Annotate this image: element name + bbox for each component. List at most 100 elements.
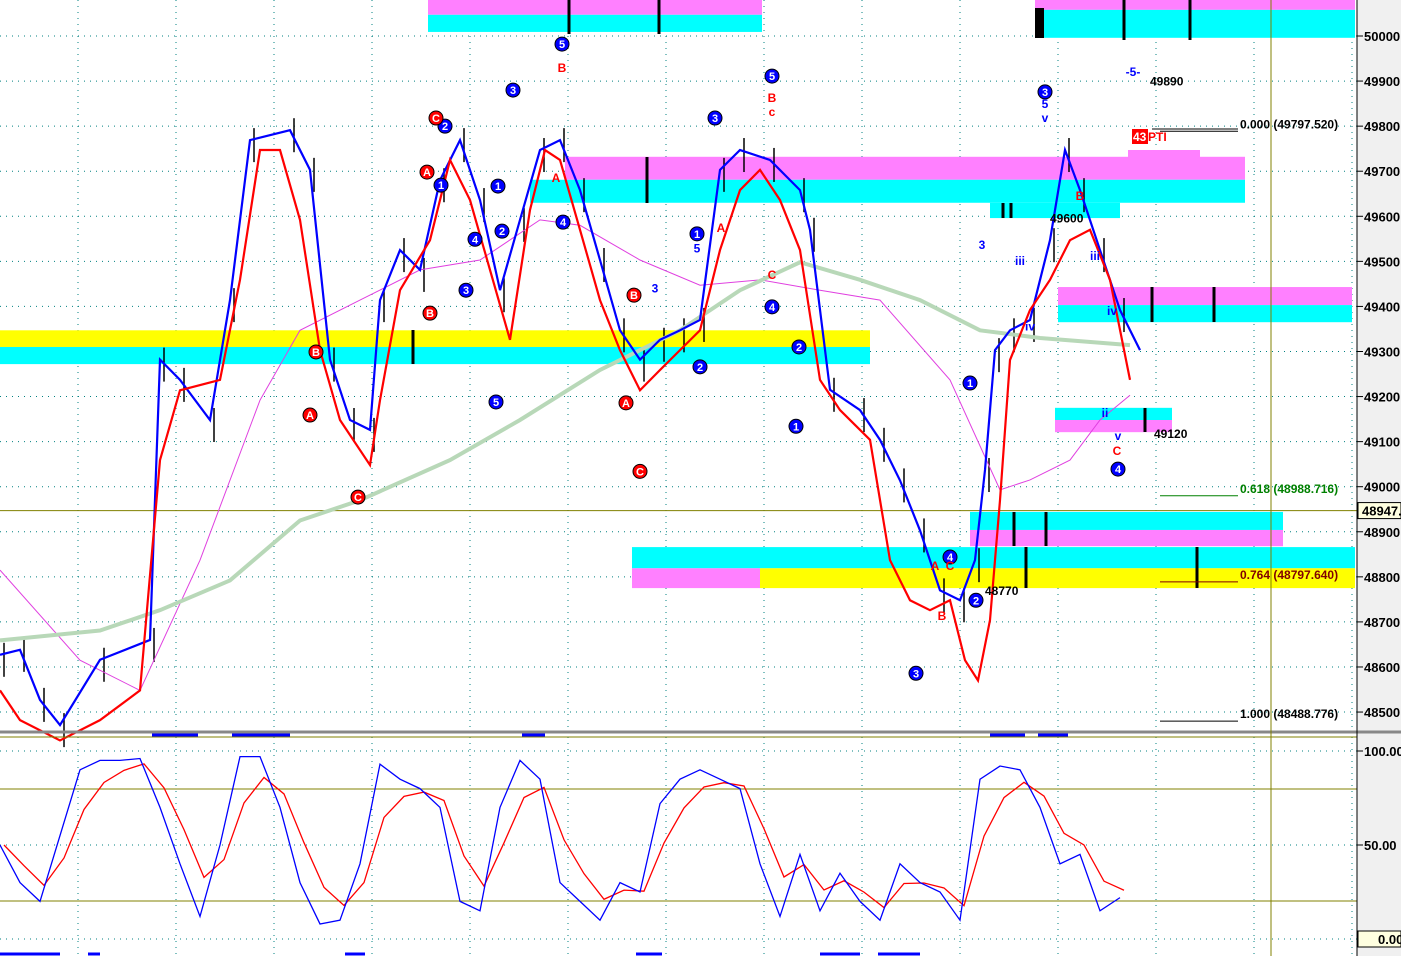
wave-number: 4: [1115, 464, 1122, 476]
wave-circle-label: 5: [488, 394, 504, 410]
wave-number: 5: [769, 71, 775, 83]
wave-number: A: [622, 398, 630, 410]
wave-circle-label: 2: [494, 223, 510, 239]
wave-text: iii: [1015, 254, 1025, 268]
wave-number: 1: [793, 421, 799, 433]
wave-number: 1: [495, 181, 501, 193]
zone-rect: [970, 529, 1283, 547]
wave-number: 2: [499, 226, 505, 238]
wave-text: A: [552, 171, 561, 185]
wave-circle-label: B: [308, 344, 324, 360]
zone-rect: [1058, 305, 1352, 323]
fib-label: 0.000 (49797.520): [1240, 117, 1338, 131]
wave-text: 3: [652, 281, 659, 295]
wave-circle-label: B: [626, 287, 642, 303]
wave-text: C: [1113, 444, 1122, 458]
axis-label: 49600: [1364, 209, 1400, 224]
wave-circle-label: A: [618, 395, 634, 411]
trading-chart[interactable]: 0.000 (49797.520) 0.618 (48988.716) 0.764 …: [0, 0, 1401, 956]
wave-circle-label: 1: [689, 226, 705, 242]
wave-text: A: [931, 559, 940, 573]
wave-circle-label: C: [632, 463, 648, 479]
zone-rect: [970, 511, 1283, 530]
wave-circle-label: 4: [467, 231, 483, 247]
osc-zero-label: 0.00: [1378, 932, 1401, 947]
zone-rect: [0, 330, 870, 347]
axis-label: 49300: [1364, 344, 1400, 359]
wave-circle-label: 4: [555, 214, 571, 230]
fib-label: 0.764 (48797.640): [1240, 568, 1338, 582]
wave-text: iv: [1025, 319, 1035, 333]
wave-circle-label: 4: [1110, 461, 1126, 477]
wave-number: 2: [442, 121, 448, 133]
axis-label: 49400: [1364, 299, 1400, 314]
osc-axis-label: 50.00: [1364, 838, 1397, 853]
price-axis-background: [1357, 0, 1401, 956]
wave-circle-label: 1: [433, 177, 449, 193]
wave-number: 2: [697, 362, 703, 374]
axis-label: 49200: [1364, 390, 1400, 405]
wave-circle-label: 5: [554, 36, 570, 52]
wave-number: 3: [510, 85, 516, 97]
zone-rect: [1035, 9, 1355, 38]
wave-text: 3: [979, 238, 986, 252]
axis-label: 49800: [1364, 119, 1400, 134]
axis-label: 48600: [1364, 660, 1400, 675]
price-note: 49890: [1150, 75, 1184, 89]
wave-circle-label: 2: [968, 592, 984, 608]
zone-marker: [1035, 8, 1044, 38]
zone-rect: [565, 156, 1245, 180]
wave-number: A: [423, 167, 431, 179]
wave-circle-label: C: [428, 110, 444, 126]
axis-label: 48700: [1364, 615, 1400, 630]
fibonacci-levels: 0.000 (49797.520) 0.618 (48988.716) 0.764 …: [1160, 117, 1338, 722]
axis-label: 48500: [1364, 705, 1400, 720]
wave-number: 2: [973, 595, 979, 607]
wave-number: 4: [472, 234, 479, 246]
current-price-label: 48947.: [1362, 504, 1401, 519]
wave-number: 3: [463, 285, 469, 297]
axis-label: 49000: [1364, 480, 1400, 495]
wave-text: iii: [1090, 249, 1100, 263]
wave-circle-label: 2: [791, 339, 807, 355]
wave-number: B: [312, 347, 320, 359]
wave-number: 1: [438, 180, 444, 192]
wave-number: C: [636, 466, 644, 478]
wave-number: 4: [560, 217, 567, 229]
wave-circle-label: C: [350, 489, 366, 505]
wave-text: B: [768, 91, 777, 105]
wave-circle-label: 5: [764, 68, 780, 84]
wave-text: 5: [1042, 97, 1049, 111]
zone-rect: [1035, 0, 1355, 10]
axis-label: 49900: [1364, 74, 1400, 89]
wave-circle-label: A: [419, 164, 435, 180]
wave-number: 5: [559, 39, 565, 51]
fib-label: 0.618 (48988.716): [1240, 482, 1338, 496]
price-lines: [0, 118, 1141, 748]
series-magenta-ma: [0, 219, 1131, 692]
wave-circle-label: 3: [505, 82, 521, 98]
zone-rect: [428, 14, 762, 32]
axis-label: 48900: [1364, 525, 1400, 540]
wave-number: B: [630, 290, 638, 302]
price-note: 48770: [985, 584, 1019, 598]
oscillator-line: [0, 755, 1121, 925]
zone-rect: [1055, 407, 1172, 420]
wave-number: 2: [796, 342, 802, 354]
price-note: 49120: [1154, 427, 1188, 441]
wave-number: C: [354, 492, 362, 504]
wave-text: C: [768, 268, 777, 282]
series-blue-band: [0, 128, 1141, 728]
wave-circle-label: 1: [962, 375, 978, 391]
wave-circle-label: 2: [692, 359, 708, 375]
wave-number: 3: [712, 113, 718, 125]
wave-text: ii: [1102, 406, 1109, 420]
wave-circle-label: 1: [788, 418, 804, 434]
axis-label: 49700: [1364, 164, 1400, 179]
wave-number: 5: [493, 397, 499, 409]
wave-text: iv: [1107, 304, 1117, 318]
wave-circle-label: 3: [908, 665, 924, 681]
axis-label: 50000: [1364, 29, 1400, 44]
zone-rect: [428, 0, 762, 15]
zone-rect: [530, 179, 1245, 203]
